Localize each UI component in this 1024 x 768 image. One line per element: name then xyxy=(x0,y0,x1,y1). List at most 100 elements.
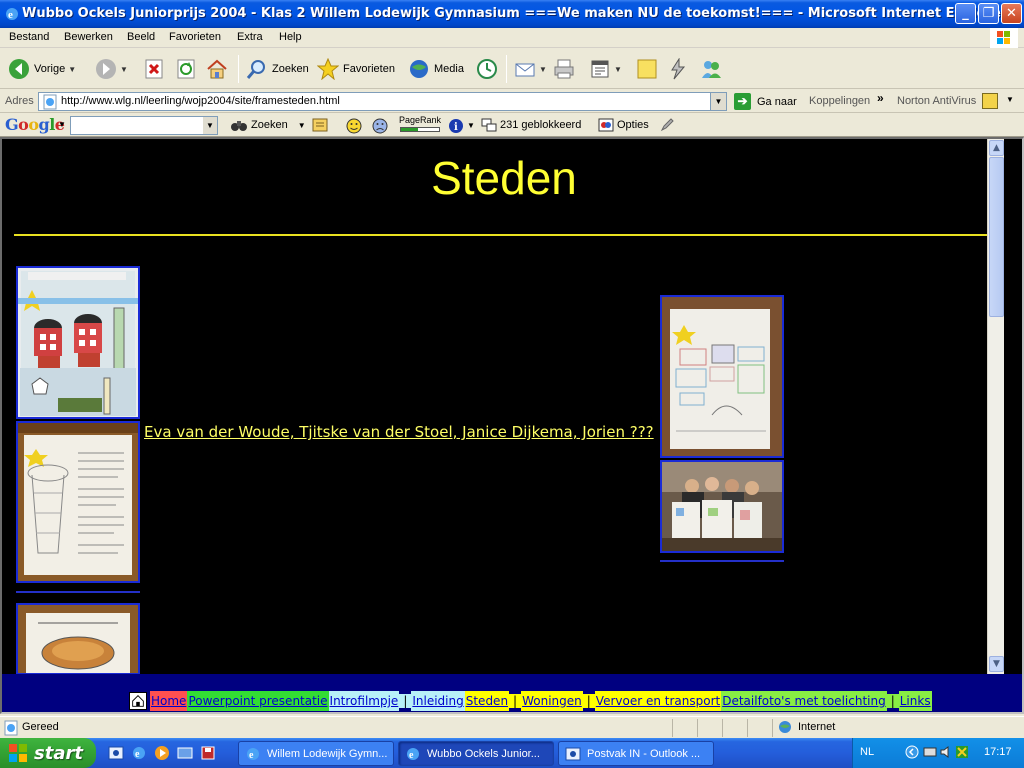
chevron-down-icon[interactable]: ▼ xyxy=(467,121,475,130)
options-label: Opties xyxy=(617,119,649,131)
menu-bar: Bestand Bewerken Beeld Favorieten Extra … xyxy=(0,28,1024,48)
search-label: Zoeken xyxy=(272,63,309,75)
chevron-down-icon[interactable]: ▼ xyxy=(58,120,66,129)
nav-detail-photos[interactable]: Detailfoto's met toelichting xyxy=(721,691,887,711)
photo-poster-bottom[interactable] xyxy=(16,603,140,675)
chevron-down-icon[interactable]: ▼ xyxy=(120,65,128,74)
photo-group[interactable] xyxy=(660,460,784,553)
edit-button[interactable]: ▼ xyxy=(589,57,622,81)
chevron-down-icon[interactable]: ▼ xyxy=(1006,95,1014,104)
google-search-button[interactable]: Zoeken ▼ xyxy=(231,118,306,132)
navigation-bar: Home Powerpoint presentatie Introfilmpje… xyxy=(129,691,932,711)
nav-separator: | xyxy=(582,694,595,708)
quicklaunch-ie-icon[interactable]: e xyxy=(131,745,147,761)
printer-icon xyxy=(554,59,574,79)
chevron-down-icon[interactable]: ▼ xyxy=(539,65,547,74)
popup-blocker[interactable]: 231 geblokkeerd xyxy=(481,118,581,132)
scroll-up-icon[interactable]: ▲ xyxy=(989,140,1004,156)
language-indicator[interactable]: NL xyxy=(860,746,874,758)
chevron-down-icon[interactable]: ▼ xyxy=(710,93,726,110)
address-input[interactable]: http://www.wlg.nl/leerling/wojp2004/site… xyxy=(38,92,727,111)
menu-favorieten[interactable]: Favorieten xyxy=(169,31,221,43)
pencil-icon[interactable] xyxy=(660,118,674,132)
smiley-happy-icon[interactable] xyxy=(346,118,362,134)
google-logo[interactable]: Google xyxy=(5,115,65,134)
quicklaunch-outlook-icon[interactable] xyxy=(108,745,124,761)
volume-tray-icon[interactable] xyxy=(939,745,953,759)
task-label: Willem Lodewijk Gymn... xyxy=(267,747,388,760)
home-button[interactable] xyxy=(206,57,228,81)
menu-bestand[interactable]: Bestand xyxy=(9,31,49,43)
start-button[interactable]: start xyxy=(0,738,96,768)
nav-transport[interactable]: Vervoer en transport xyxy=(594,691,722,711)
chevron-down-icon[interactable]: ▼ xyxy=(68,65,76,74)
back-button[interactable]: Vorige ▼ xyxy=(8,57,76,81)
chevron-down-icon[interactable]: ▼ xyxy=(203,117,217,134)
menu-help[interactable]: Help xyxy=(279,31,302,43)
links-toolbar[interactable]: Koppelingen xyxy=(809,95,870,107)
norton-icon[interactable] xyxy=(982,93,998,109)
google-options-button[interactable]: Opties xyxy=(598,118,649,132)
history-button[interactable] xyxy=(476,57,498,81)
maximize-button[interactable]: ❐ xyxy=(978,3,999,24)
svg-text:e: e xyxy=(8,9,13,21)
menu-bewerken[interactable]: Bewerken xyxy=(64,31,113,43)
print-button[interactable] xyxy=(553,57,575,81)
forward-button[interactable]: ▼ xyxy=(95,57,128,81)
network-tray-icon[interactable] xyxy=(923,745,937,759)
task-outlook[interactable]: Postvak IN - Outlook ... xyxy=(558,741,714,766)
chevron-left-icon[interactable] xyxy=(905,745,919,759)
messenger-tool-button[interactable] xyxy=(667,57,689,81)
quicklaunch-media-icon[interactable] xyxy=(154,745,170,761)
mail-button[interactable]: ▼ xyxy=(514,57,547,81)
nav-intro-video[interactable]: Introfilmpje xyxy=(328,691,400,711)
photo-city-drawing[interactable] xyxy=(16,266,140,419)
page-title: Steden xyxy=(431,152,577,204)
info-icon[interactable]: i xyxy=(448,118,464,134)
chevron-down-icon[interactable]: ▼ xyxy=(614,65,622,74)
options-icon xyxy=(598,118,614,132)
smiley-sad-icon[interactable] xyxy=(372,118,388,134)
navigation-frame: Home Powerpoint presentatie Introfilmpje… xyxy=(2,674,1022,712)
messenger-button[interactable] xyxy=(700,57,722,81)
quicklaunch-save-icon[interactable] xyxy=(200,745,216,761)
nav-home[interactable]: Home xyxy=(150,691,188,711)
nav-cities[interactable]: Steden xyxy=(464,691,510,711)
favorites-button[interactable]: Favorieten xyxy=(317,57,395,81)
norton-antivirus[interactable]: Norton AntiVirus xyxy=(897,95,976,107)
scroll-thumb[interactable] xyxy=(989,157,1004,317)
nav-introduction[interactable]: Inleiding xyxy=(411,691,465,711)
google-search-input[interactable]: ▼ xyxy=(70,116,218,135)
svg-text:e: e xyxy=(409,750,414,761)
close-button[interactable]: ✕ xyxy=(1001,3,1022,24)
nav-housing[interactable]: Woningen xyxy=(521,691,583,711)
windows-flag-icon xyxy=(9,744,27,762)
authors-link[interactable]: Eva van der Woude, Tjitske van der Stoel… xyxy=(144,423,654,441)
quicklaunch-desktop-icon[interactable] xyxy=(177,745,193,761)
photo-tower-poster[interactable] xyxy=(16,421,140,583)
security-zone[interactable]: Internet xyxy=(778,720,835,734)
address-bar: Adres http://www.wlg.nl/leerling/wojp200… xyxy=(0,90,1024,113)
photo-right-poster[interactable] xyxy=(660,295,784,458)
antivirus-tray-icon[interactable] xyxy=(955,745,969,759)
refresh-button[interactable] xyxy=(175,57,197,81)
minimize-button[interactable]: _ xyxy=(955,3,976,24)
chevron-right-icon[interactable]: » xyxy=(877,91,884,105)
go-button[interactable]: ➔ Ga naar xyxy=(734,93,797,110)
search-button[interactable]: Zoeken xyxy=(246,57,309,81)
vertical-scrollbar[interactable]: ▲ ▼ xyxy=(987,139,1004,674)
media-button[interactable]: Media xyxy=(408,57,464,81)
menu-extra[interactable]: Extra xyxy=(237,31,263,43)
scroll-down-icon[interactable]: ▼ xyxy=(989,656,1004,672)
blocked-count: 231 geblokkeerd xyxy=(500,119,582,131)
nav-links[interactable]: Links xyxy=(898,691,932,711)
menu-beeld[interactable]: Beeld xyxy=(127,31,155,43)
home-icon[interactable] xyxy=(129,692,147,710)
chevron-down-icon[interactable]: ▼ xyxy=(298,121,306,130)
task-wubbo-ockels[interactable]: e Wubbo Ockels Junior... xyxy=(398,741,554,766)
task-willem-lodewijk[interactable]: e Willem Lodewijk Gymn... xyxy=(238,741,394,766)
discuss-button[interactable] xyxy=(636,57,658,81)
stop-button[interactable] xyxy=(143,57,165,81)
nav-powerpoint[interactable]: Powerpoint presentatie xyxy=(187,691,329,711)
google-news-button[interactable] xyxy=(312,118,328,132)
